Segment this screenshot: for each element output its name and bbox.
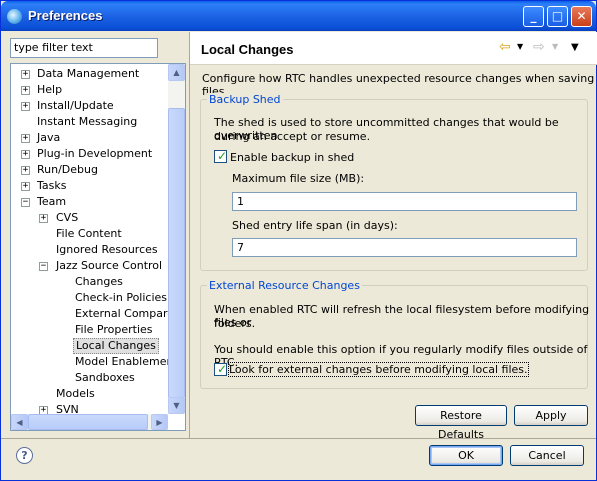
expand-icon[interactable]: + xyxy=(21,166,30,175)
tree-item[interactable]: + Data Management xyxy=(11,66,167,82)
tree-item[interactable]: Model Enablement xyxy=(11,354,178,370)
tree-item[interactable]: File Content xyxy=(11,226,167,242)
restore-defaults-button[interactable]: Restore Defaults xyxy=(415,405,507,441)
expand-icon[interactable]: + xyxy=(39,214,48,223)
collapse-icon[interactable]: − xyxy=(39,262,48,271)
tree-item[interactable]: Instant Messaging xyxy=(11,114,167,130)
tree-item[interactable]: + Install/Update xyxy=(11,98,167,114)
tree-item[interactable]: + Plug-in Development xyxy=(11,146,167,162)
tree-item-label[interactable]: Changes xyxy=(73,274,125,290)
tree-item-label[interactable]: Models xyxy=(54,386,97,402)
tree-item-label[interactable]: Tasks xyxy=(35,178,68,194)
max-file-size-input[interactable]: 1 xyxy=(232,192,577,211)
tree-vertical-scrollbar[interactable]: ▲ ▼ xyxy=(168,64,185,414)
expand-icon[interactable]: + xyxy=(21,182,30,191)
tree-item[interactable]: File Properties xyxy=(11,322,167,338)
back-dropdown-icon[interactable]: ▼ xyxy=(517,42,523,51)
tree-item-label[interactable]: Run/Debug xyxy=(35,162,100,178)
tree-item-label[interactable]: Instant Messaging xyxy=(35,114,139,130)
tree-item-label[interactable]: Sandboxes xyxy=(73,370,137,386)
scroll-down-button[interactable]: ▼ xyxy=(168,397,185,414)
tree-item[interactable]: Models xyxy=(11,386,167,402)
maximize-button[interactable]: □ xyxy=(547,6,568,27)
tree-item-label[interactable]: Plug-in Development xyxy=(35,146,154,162)
back-arrow-icon[interactable]: ⇦ xyxy=(499,39,511,55)
tree-item[interactable]: Changes xyxy=(11,274,167,290)
preference-tree: + Data Management + Help + Install/Update Inst… xyxy=(10,63,186,431)
tree-item-label[interactable]: File Properties xyxy=(73,322,155,338)
tree-item[interactable]: + CVS xyxy=(11,210,167,226)
tree-item[interactable]: Ignored Resources xyxy=(11,242,167,258)
scroll-up-button[interactable]: ▲ xyxy=(168,64,185,81)
cancel-button[interactable]: Cancel xyxy=(510,445,584,466)
tree-item[interactable]: + Java xyxy=(11,130,167,146)
tree-item[interactable]: − Team xyxy=(11,194,167,210)
tree-horizontal-scrollbar[interactable]: ◀ ▶ xyxy=(11,414,168,430)
lifespan-input[interactable]: 7 xyxy=(232,238,577,257)
tree-item[interactable]: Sandboxes xyxy=(11,370,167,386)
title-bar[interactable]: Preferences _ □ ✕ xyxy=(1,1,596,31)
ok-button[interactable]: OK xyxy=(429,445,503,466)
scroll-right-button[interactable]: ▶ xyxy=(151,414,168,430)
tree-item-label[interactable]: File Content xyxy=(54,226,124,242)
minimize-button[interactable]: _ xyxy=(523,6,544,27)
hscroll-thumb[interactable] xyxy=(28,414,148,430)
page-header: Local Changes ⇦ ▼ ⇨ ▼ ▼ xyxy=(190,32,597,65)
external-changes-title: External Resource Changes xyxy=(207,279,362,292)
tree-item[interactable]: Check-in Policies xyxy=(11,290,167,306)
expand-icon[interactable]: + xyxy=(21,102,30,111)
backup-text-line2: during an accept or resume. xyxy=(214,130,371,143)
enable-backup-checkbox[interactable]: ✓ xyxy=(214,149,228,163)
backup-shed-title: Backup Shed xyxy=(207,93,283,106)
checkmark-icon: ✓ xyxy=(217,362,228,376)
external-text-line2: folders. xyxy=(214,317,256,330)
filter-input[interactable]: type filter text xyxy=(10,38,158,58)
window-title: Preferences xyxy=(28,8,103,23)
collapse-icon[interactable]: − xyxy=(21,198,30,207)
page-title: Local Changes xyxy=(201,42,294,57)
help-icon[interactable]: ? xyxy=(16,447,33,464)
apply-button[interactable]: Apply xyxy=(514,405,588,426)
tree-item-label[interactable]: Java xyxy=(35,130,62,146)
checkmark-icon: ✓ xyxy=(217,149,228,163)
tree-item-label[interactable]: Local Changes xyxy=(73,338,159,354)
forward-arrow-icon[interactable]: ⇨ xyxy=(533,39,545,55)
tree-item[interactable]: + Run/Debug xyxy=(11,162,167,178)
external-text-line1: When enabled RTC will refresh the local … xyxy=(214,303,590,329)
tree-item[interactable]: + Help xyxy=(11,82,167,98)
pane-divider[interactable] xyxy=(189,32,190,438)
tree-item-label[interactable]: Data Management xyxy=(35,66,141,82)
max-file-size-label: Maximum file size (MB): xyxy=(232,172,365,185)
scroll-thumb[interactable] xyxy=(168,108,185,398)
tree-item-label[interactable]: Install/Update xyxy=(35,98,116,114)
preferences-window: Preferences _ □ ✕ type filter text + Data… xyxy=(0,0,597,481)
view-menu-icon[interactable]: ▼ xyxy=(571,42,579,53)
expand-icon[interactable]: + xyxy=(21,150,30,159)
expand-icon[interactable]: + xyxy=(21,86,30,95)
close-button[interactable]: ✕ xyxy=(571,6,592,27)
enable-backup-label[interactable]: Enable backup in shed xyxy=(230,151,354,164)
tree-item-label[interactable]: Team xyxy=(35,194,68,210)
eclipse-icon xyxy=(7,9,22,24)
tree-item-label[interactable]: Jazz Source Control xyxy=(54,258,164,274)
look-external-label[interactable]: Look for external changes before modifyi… xyxy=(228,362,529,377)
tree-item-label[interactable]: CVS xyxy=(54,210,80,226)
scroll-left-button[interactable]: ◀ xyxy=(11,414,28,430)
footer-separator xyxy=(1,438,596,439)
tree-item[interactable]: Local Changes xyxy=(11,338,167,354)
expand-icon[interactable]: + xyxy=(21,134,30,143)
look-external-checkbox[interactable]: ✓ xyxy=(214,362,228,376)
tree-item[interactable]: + Tasks xyxy=(11,178,167,194)
tree-item-label[interactable]: Help xyxy=(35,82,64,98)
tree-item-label[interactable]: Ignored Resources xyxy=(54,242,160,258)
tree-item-label[interactable]: Check-in Policies xyxy=(73,290,169,306)
forward-dropdown-icon[interactable]: ▼ xyxy=(552,42,558,51)
tree-item[interactable]: − Jazz Source Control xyxy=(11,258,167,274)
expand-icon[interactable]: + xyxy=(21,70,30,79)
tree-item[interactable]: External Compare T xyxy=(11,306,184,322)
lifespan-label: Shed entry life span (in days): xyxy=(232,219,398,232)
tree-item-label[interactable]: Model Enablement xyxy=(73,354,180,370)
